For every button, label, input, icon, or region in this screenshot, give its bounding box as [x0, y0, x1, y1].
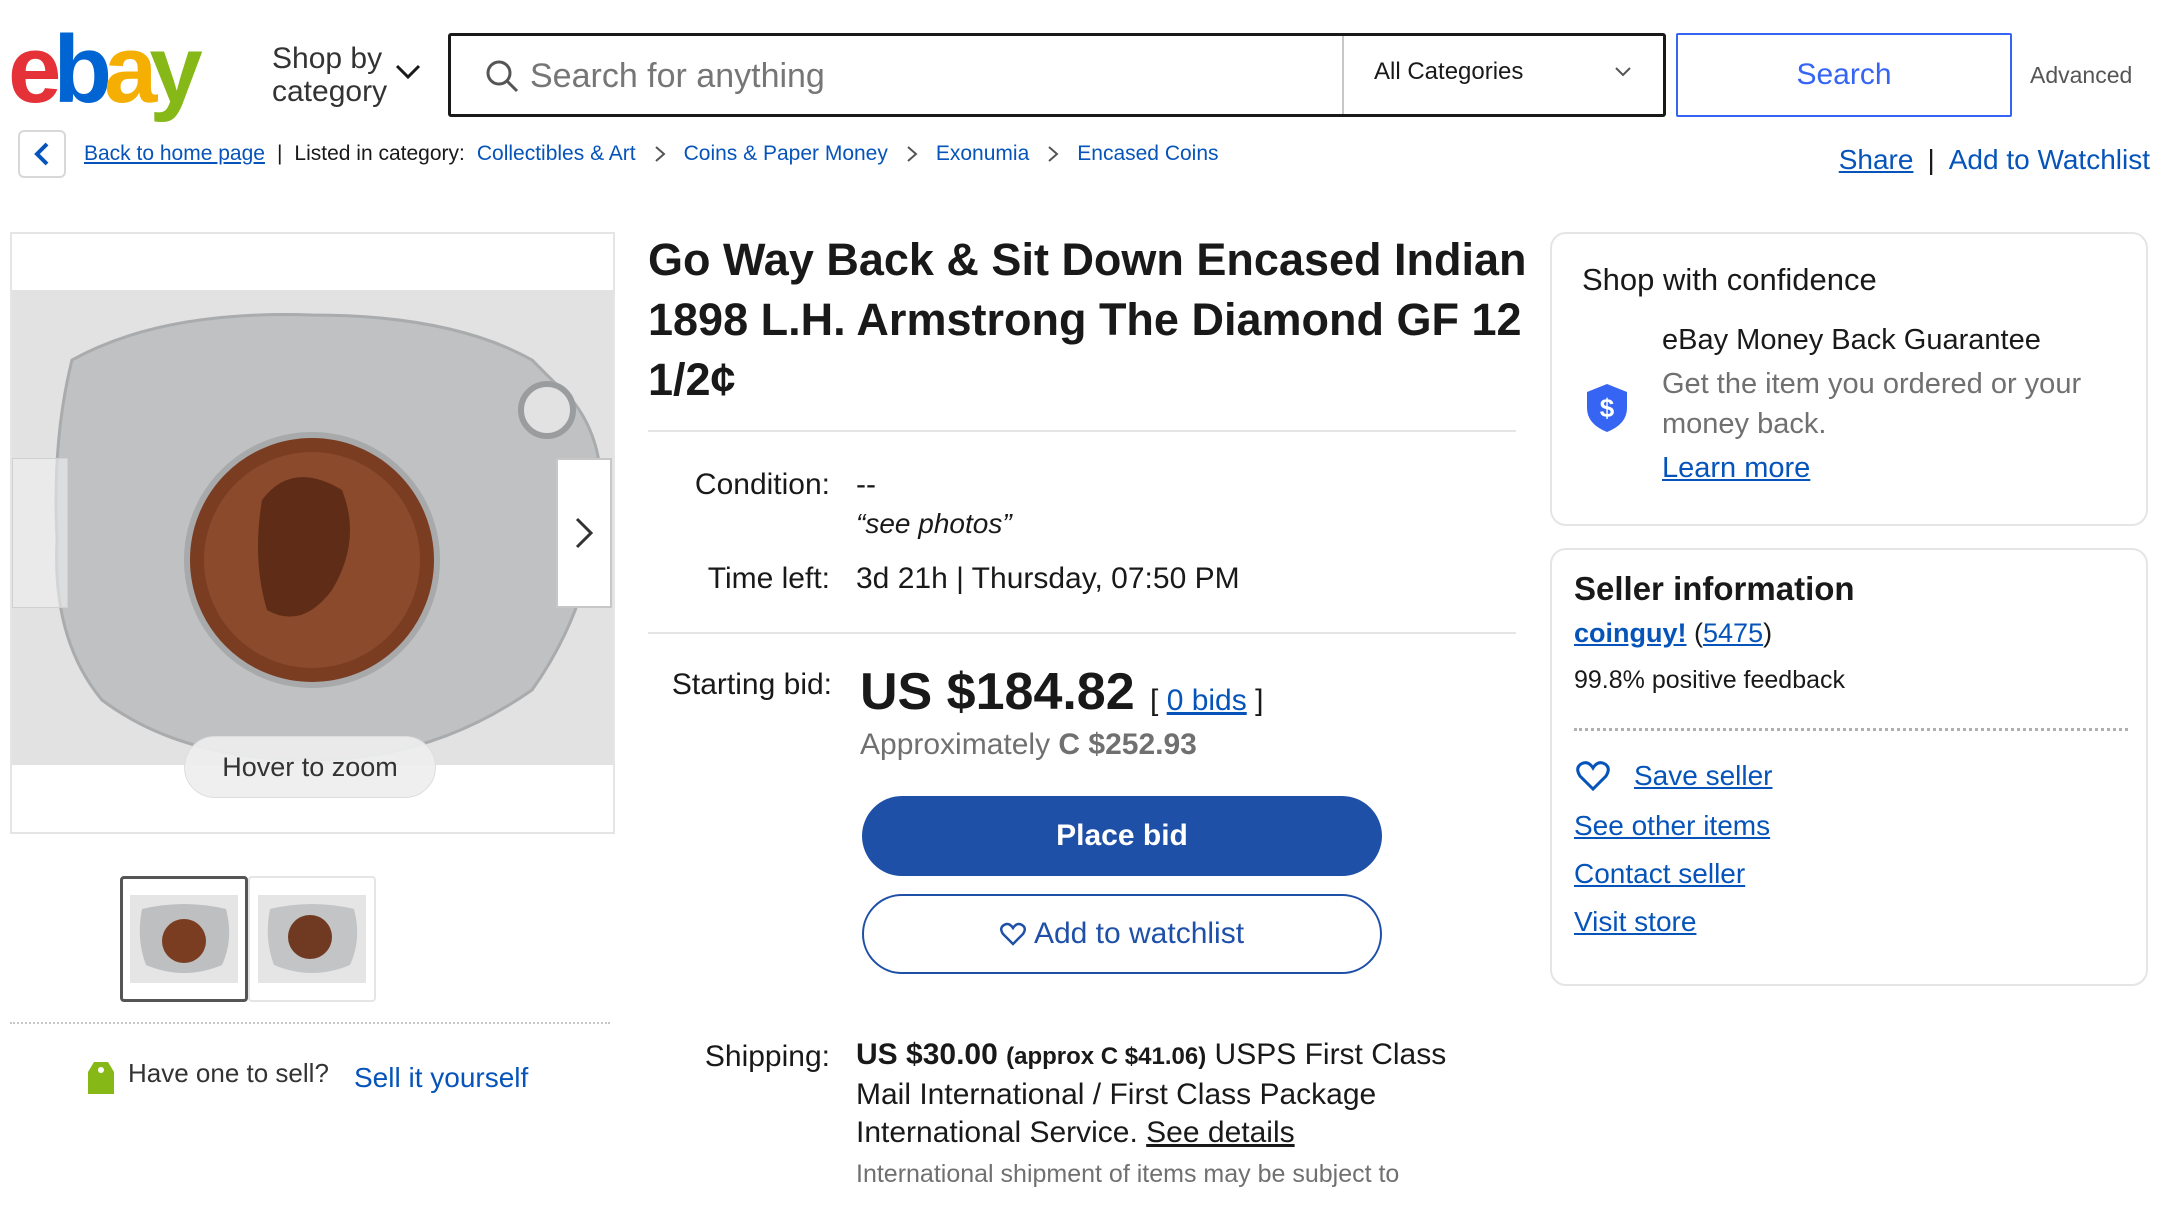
shipping-approx: (approx C $41.06) [1006, 1043, 1207, 1070]
breadcrumb-collectibles[interactable]: Collectibles & Art [477, 142, 636, 166]
seller-name-link[interactable]: coinguy! [1574, 618, 1687, 648]
seller-name-row: coinguy! (5475) [1574, 618, 1772, 649]
bid-count-link[interactable]: 0 bids [1167, 684, 1247, 717]
condition-value: -- [856, 468, 876, 501]
separator: | [276, 142, 283, 165]
add-to-watchlist-label: Add to watchlist [1033, 917, 1245, 950]
share-watchlist-row: Share | Add to Watchlist [1839, 144, 2150, 176]
learn-more-link[interactable]: Learn more [1662, 452, 1810, 485]
feedback-score-link[interactable]: 5475 [1703, 618, 1763, 648]
item-main-image[interactable] [12, 290, 613, 765]
condition-note: “see photos” [856, 508, 1012, 539]
search-divider [1342, 36, 1344, 114]
heart-icon[interactable] [1576, 760, 1610, 792]
approx-value: C $252.93 [1058, 728, 1197, 761]
bracket-close: ] [1255, 684, 1264, 717]
ebay-logo[interactable]: ebay [8, 26, 248, 126]
see-other-items-link[interactable]: See other items [1574, 810, 1770, 842]
divider [648, 632, 1516, 634]
money-back-guarantee-title: eBay Money Back Guarantee [1662, 324, 2041, 356]
shop-with-confidence-title: Shop with confidence [1582, 262, 1877, 297]
money-back-guarantee-desc: Get the item you ordered or your money b… [1662, 368, 2082, 440]
shield-dollar-icon: $ [1587, 384, 1627, 432]
chevron-right-icon [654, 146, 666, 162]
divider [1574, 728, 2128, 731]
search-input[interactable] [530, 52, 1330, 100]
search-button[interactable]: Search [1676, 33, 2012, 117]
save-seller-link[interactable]: Save seller [1634, 760, 1773, 792]
shop-by-category[interactable]: Shop by category [272, 42, 387, 108]
shipping-price: US $30.00 [856, 1038, 998, 1071]
see-details-link[interactable]: See details [1146, 1116, 1294, 1149]
starting-bid-label: Starting bid: [671, 668, 832, 701]
listing-title: Go Way Back & Sit Down Encased Indian 18… [648, 234, 1527, 405]
shipping-value: US $30.00 (approx C $41.06) USPS First C… [856, 1036, 1476, 1152]
price-tag-icon [88, 1062, 114, 1094]
back-button[interactable] [18, 130, 66, 178]
place-bid-button[interactable]: Place bid [862, 796, 1382, 876]
svg-text:ebay: ebay [8, 26, 202, 123]
chevron-down-icon[interactable] [394, 62, 422, 82]
paren-open: ( [1694, 618, 1704, 648]
thumbnail-1[interactable] [120, 876, 248, 1002]
chevron-right-icon [1048, 146, 1059, 162]
seller-information-title: Seller information [1574, 570, 1855, 607]
coin-thumbnail-image [258, 895, 366, 983]
chevron-right-icon [575, 517, 594, 549]
chevron-down-icon[interactable] [1614, 66, 1632, 78]
next-image-arrow[interactable] [556, 458, 612, 608]
contact-seller-link[interactable]: Contact seller [1574, 858, 1745, 890]
coin-thumbnail-image [130, 895, 238, 983]
sell-it-yourself-link[interactable]: Sell it yourself [354, 1062, 528, 1094]
approx-price: Approximately C $252.93 [860, 728, 1197, 762]
starting-bid-price: US $184.82 [860, 663, 1135, 721]
bracket-open: [ [1150, 684, 1159, 717]
positive-feedback: 99.8% positive feedback [1574, 666, 1846, 694]
advanced-search-link[interactable]: Advanced [2030, 62, 2132, 89]
shipping-label: Shipping: [704, 1040, 830, 1073]
share-link[interactable]: Share [1839, 144, 1914, 176]
divider [10, 1022, 610, 1024]
previous-image-arrow[interactable] [12, 458, 68, 608]
category-label: category [272, 75, 388, 108]
breadcrumb-exonumia[interactable]: Exonumia [936, 142, 1029, 166]
time-left-value: 3d 21h | Thursday, 07:50 PM [856, 562, 1240, 595]
shop-by-label: Shop by [272, 42, 383, 75]
hover-to-zoom-pill: Hover to zoom [184, 736, 436, 798]
time-left-label: Time left: [707, 562, 830, 595]
chevron-right-icon [907, 146, 918, 162]
back-to-home-link[interactable]: Back to home page [84, 142, 265, 166]
condition-label: Condition: [694, 468, 830, 501]
svg-text:$: $ [1600, 393, 1615, 423]
thumbnail-2[interactable] [248, 876, 376, 1002]
breadcrumb: Back to home page | Listed in category: … [84, 142, 1219, 166]
divider [648, 430, 1516, 432]
approx-prefix: Approximately [860, 728, 1051, 761]
bid-count: [ 0 bids ] [1150, 684, 1263, 718]
shipping-note: International shipment of items may be s… [856, 1160, 1400, 1188]
paren-close: ) [1763, 618, 1773, 648]
visit-store-link[interactable]: Visit store [1574, 906, 1696, 938]
listed-in-label: Listed in category: [294, 142, 465, 165]
category-select[interactable]: All Categories [1374, 58, 1523, 86]
have-one-to-sell-label: Have one to sell? [128, 1058, 329, 1088]
separator: | [1927, 144, 1935, 175]
chevron-left-icon [34, 142, 49, 166]
add-to-watchlist-button[interactable]: Add to watchlist [862, 894, 1382, 974]
heart-icon [999, 922, 1026, 946]
breadcrumb-coins[interactable]: Coins & Paper Money [684, 142, 888, 166]
breadcrumb-encased-coins[interactable]: Encased Coins [1077, 142, 1218, 166]
add-to-watchlist-link[interactable]: Add to Watchlist [1949, 144, 2150, 176]
search-icon [486, 60, 519, 93]
